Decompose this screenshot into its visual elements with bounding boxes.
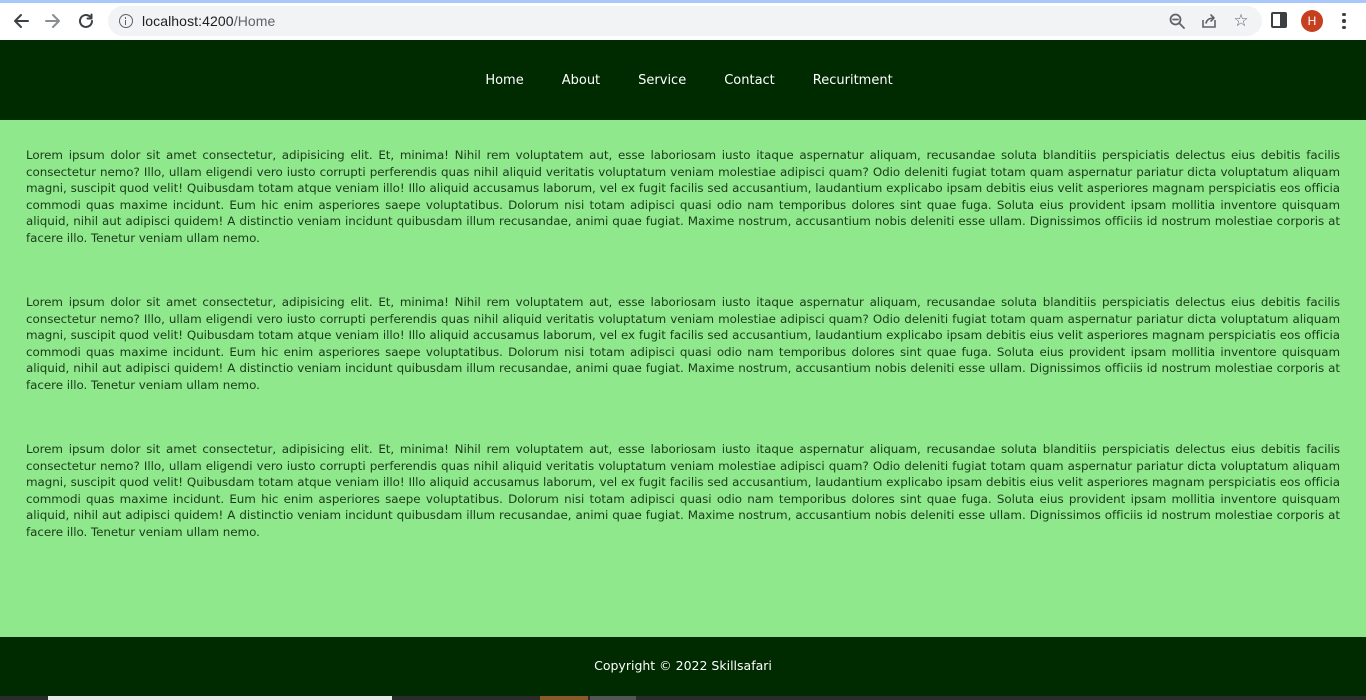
site-footer: Copyright © 2022 Skillsafari (0, 637, 1366, 696)
nav-link-contact[interactable]: Contact (705, 73, 794, 88)
content-paragraph: Lorem ipsum dolor sit amet consectetur, … (26, 295, 1340, 392)
side-panel-icon[interactable] (1271, 12, 1287, 28)
copyright-text: Copyright © 2022 Skillsafari (594, 658, 772, 673)
address-bar[interactable]: localhost:4200/Home ☆ (108, 6, 1262, 36)
tab-strip-edge (0, 0, 1366, 3)
content-paragraph: Lorem ipsum dolor sit amet consectetur, … (26, 442, 1340, 539)
forward-arrow-icon[interactable] (40, 8, 66, 34)
browser-toolbar: localhost:4200/Home ☆ H (0, 0, 1366, 40)
nav-link-home[interactable]: Home (466, 73, 542, 88)
info-icon[interactable] (119, 14, 133, 28)
nav-link-recruitment[interactable]: Recuritment (794, 73, 912, 88)
url-host: localhost:4200 (142, 13, 234, 29)
nav-link-about[interactable]: About (543, 73, 619, 88)
avatar[interactable]: H (1301, 10, 1323, 32)
content-paragraph: Lorem ipsum dolor sit amet consectetur, … (26, 148, 1340, 245)
main-content: Lorem ipsum dolor sit amet consectetur, … (0, 120, 1366, 637)
back-arrow-icon[interactable] (8, 8, 34, 34)
url-path: /Home (233, 13, 276, 29)
taskbar-item[interactable] (540, 696, 588, 700)
main-nav: Home About Service Contact Recuritment (466, 73, 911, 88)
taskbar-item[interactable] (590, 696, 636, 700)
reload-icon[interactable] (73, 8, 99, 34)
share-icon[interactable] (1200, 12, 1218, 30)
taskbar-item[interactable] (48, 696, 392, 700)
nav-link-service[interactable]: Service (619, 73, 705, 88)
site-header: Home About Service Contact Recuritment (0, 40, 1366, 120)
star-icon[interactable]: ☆ (1232, 12, 1250, 30)
taskbar (0, 696, 1366, 700)
url-text[interactable]: localhost:4200/Home (142, 13, 275, 29)
zoom-icon[interactable] (1168, 12, 1186, 30)
kebab-menu-icon[interactable] (1336, 8, 1352, 34)
